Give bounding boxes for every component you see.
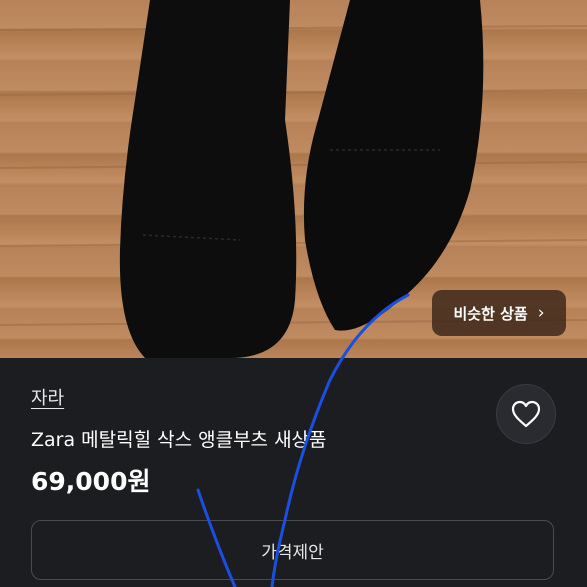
product-image[interactable]: 비슷한 상품 › — [0, 0, 587, 358]
product-price: 69,000원 — [31, 467, 151, 496]
product-title: Zara 메탈릭힐 삭스 앵클부츠 새상품 — [31, 429, 327, 451]
like-button[interactable] — [496, 384, 556, 444]
heart-icon — [511, 400, 541, 428]
chevron-right-icon: › — [537, 302, 545, 323]
similar-products-button[interactable]: 비슷한 상품 › — [432, 290, 566, 336]
price-offer-button[interactable]: 가격제안 — [31, 520, 554, 580]
similar-products-label: 비슷한 상품 — [453, 304, 528, 323]
seller-link[interactable]: 자라 — [31, 384, 64, 410]
